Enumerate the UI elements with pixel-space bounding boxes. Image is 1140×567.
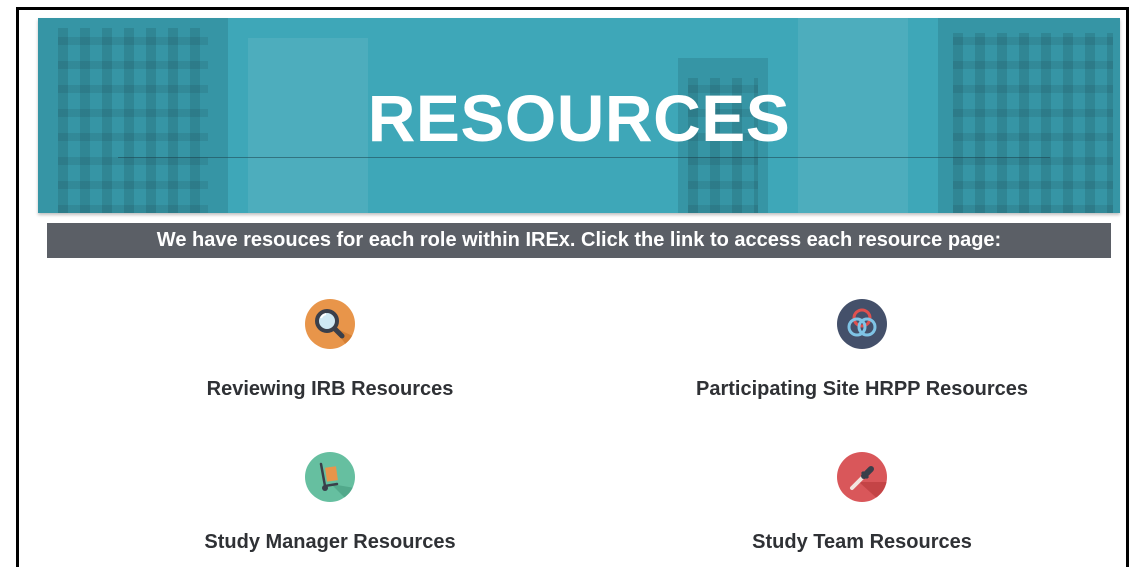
interlocking-rings-icon: [837, 299, 887, 349]
pipette-icon: [837, 452, 887, 502]
instruction-banner: We have resouces for each role within IR…: [47, 223, 1111, 258]
page-frame: RESOURCES We have resouces for each role…: [16, 7, 1129, 567]
resource-label: Study Manager Resources: [204, 531, 456, 553]
participating-site-hrpp-resources-link[interactable]: Participating Site HRPP Resources: [622, 299, 1102, 401]
title-underline: [118, 157, 1050, 158]
magnifier-icon: [305, 299, 355, 349]
resource-label: Participating Site HRPP Resources: [696, 378, 1028, 400]
hand-truck-icon: [305, 452, 355, 502]
resource-label: Reviewing IRB Resources: [206, 378, 454, 400]
study-team-resources-link[interactable]: Study Team Resources: [622, 452, 1102, 554]
hero-banner: RESOURCES: [38, 18, 1120, 213]
study-manager-resources-link[interactable]: Study Manager Resources: [90, 452, 570, 554]
reviewing-irb-resources-link[interactable]: Reviewing IRB Resources: [90, 299, 570, 401]
page-title: RESOURCES: [367, 81, 791, 155]
resource-label: Study Team Resources: [752, 531, 972, 553]
